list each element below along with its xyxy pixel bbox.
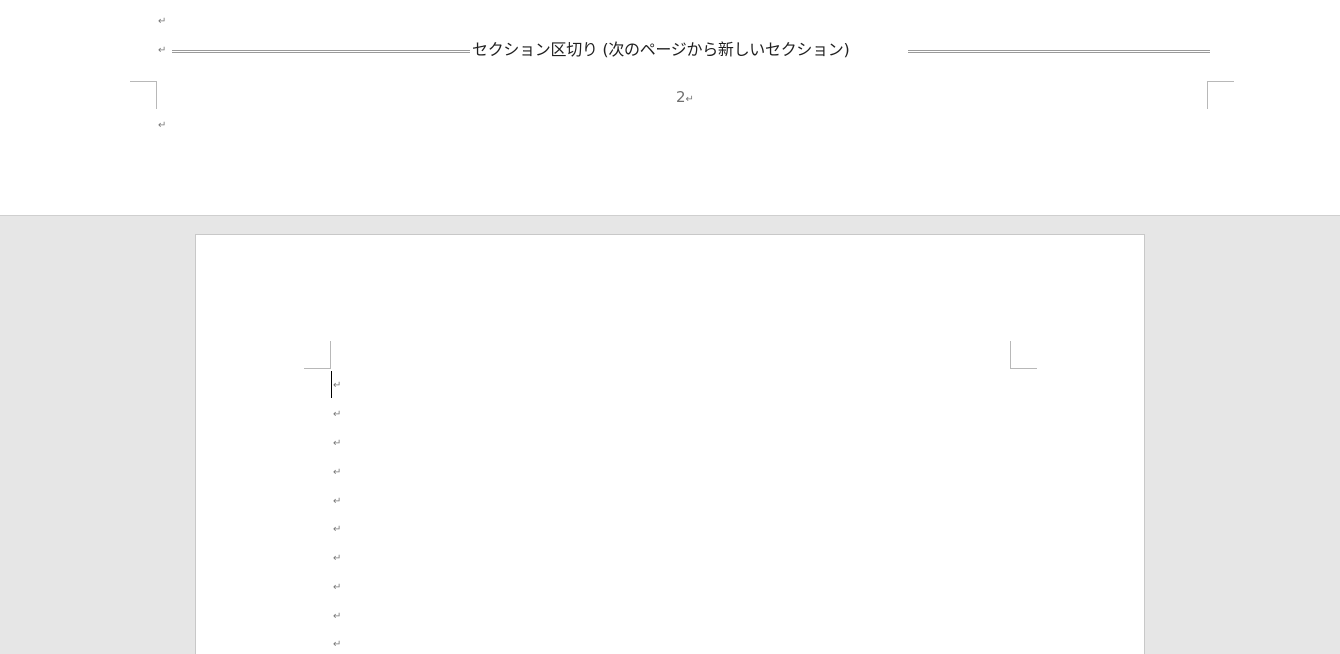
paragraph-mark[interactable]: ↵: [333, 409, 341, 421]
paragraph-mark[interactable]: ↵: [158, 45, 166, 57]
paragraph-mark[interactable]: ↵: [333, 611, 341, 623]
paragraph-mark[interactable]: ↵: [333, 438, 341, 450]
document-viewport[interactable]: ↵ ↵ セクション区切り (次のページから新しいセクション) 2↵ ↵ ↵ ↵ …: [0, 0, 1340, 654]
paragraph-mark[interactable]: ↵: [333, 496, 341, 508]
text-cursor: [331, 371, 332, 398]
paragraph-mark: ↵: [685, 94, 694, 105]
paragraph-mark[interactable]: ↵: [158, 120, 166, 132]
section-break-line-right: [908, 50, 1210, 53]
section-break[interactable]: ↵ セクション区切り (次のページから新しいセクション): [158, 40, 1210, 60]
page-number-footer[interactable]: 2↵: [676, 88, 694, 109]
paragraph-mark[interactable]: ↵: [333, 582, 341, 594]
current-page[interactable]: ↵ ↵ ↵ ↵ ↵ ↵ ↵ ↵ ↵ ↵: [195, 234, 1145, 654]
section-break-label: セクション区切り (次のページから新しいセクション): [472, 40, 850, 59]
crop-mark-bottom-right: [1010, 341, 1037, 369]
crop-mark-top-right: [1207, 81, 1234, 109]
paragraph-mark[interactable]: ↵: [158, 16, 166, 28]
paragraph-mark[interactable]: ↵: [333, 380, 341, 392]
previous-page[interactable]: ↵ ↵ セクション区切り (次のページから新しいセクション) 2↵ ↵: [0, 0, 1340, 216]
page-number: 2: [676, 88, 686, 106]
crop-mark-top-left: [130, 81, 157, 109]
paragraph-mark[interactable]: ↵: [333, 553, 341, 565]
paragraph-mark[interactable]: ↵: [333, 467, 341, 479]
crop-mark-bottom-left: [304, 341, 331, 369]
paragraph-mark[interactable]: ↵: [333, 639, 341, 651]
section-break-line-left: [172, 50, 470, 53]
paragraph-mark[interactable]: ↵: [333, 524, 341, 536]
